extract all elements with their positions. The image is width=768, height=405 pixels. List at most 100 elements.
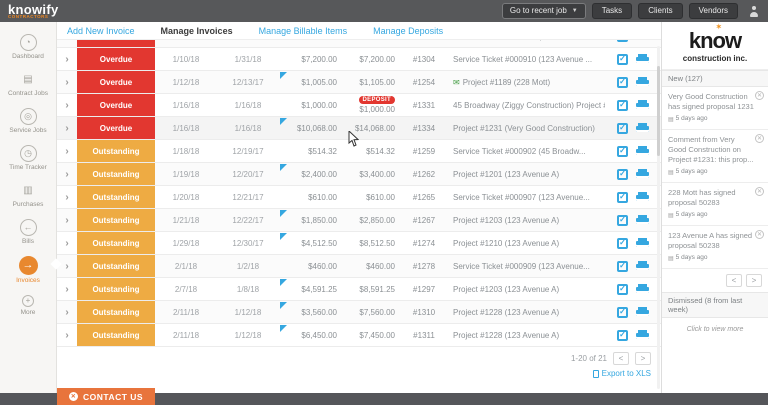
sidebar-item-bills[interactable]: ← Bills: [0, 214, 56, 251]
view-more-link[interactable]: Click to view more: [662, 318, 768, 341]
print-icon[interactable]: [636, 122, 649, 134]
register-payment-icon[interactable]: ✓: [617, 329, 628, 341]
invoice-row[interactable]: › Outstanding 2/11/18 1/12/18 $6,450.00 …: [57, 324, 661, 347]
notification-item[interactable]: ✕ 123 Avenue A has signed proposal 50238…: [662, 226, 768, 270]
print-icon[interactable]: [636, 237, 649, 249]
export-to-xls-link[interactable]: Export to XLS: [592, 369, 651, 378]
sidebar-item-invoices[interactable]: → Invoices: [0, 251, 56, 290]
invoice-row[interactable]: › Outstanding 1/21/18 12/22/17 $1,850.00…: [57, 209, 661, 232]
register-payment-icon[interactable]: ✓: [617, 237, 628, 249]
contact-us-button[interactable]: ✕ CONTACT US: [57, 388, 156, 405]
sidebar-item-dashboard[interactable]: ◔ Dashboard: [0, 29, 56, 66]
expand-row-icon[interactable]: ›: [57, 330, 77, 341]
tab-manage-invoices[interactable]: Manage Invoices: [161, 26, 233, 36]
register-payment-icon[interactable]: ✓: [617, 76, 628, 88]
sidebar-item-time-tracker[interactable]: ◷ Time Tracker: [0, 140, 56, 177]
print-icon[interactable]: [636, 191, 649, 203]
dismiss-notification-icon[interactable]: ✕: [755, 230, 764, 240]
invoice-row[interactable]: › Outstanding 1/18/18 12/19/17 $514.32 D…: [57, 140, 661, 163]
invoiced-date: 1/21/18: [172, 215, 200, 225]
expand-row-icon[interactable]: ›: [57, 192, 77, 203]
due-date: 1/2/18: [236, 261, 260, 271]
register-payment-icon[interactable]: ✓: [617, 168, 628, 180]
print-icon[interactable]: [636, 283, 649, 295]
sidebar-item-purchases[interactable]: ▥ Purchases: [0, 177, 56, 214]
invoice-row[interactable]: › Outstanding 1/29/18 12/30/17 $4,512.50…: [57, 232, 661, 255]
dismiss-notification-icon[interactable]: ✕: [755, 187, 764, 197]
expand-row-icon[interactable]: ›: [57, 169, 77, 180]
due-date: 1/16/18: [234, 123, 262, 133]
notifications-next-button[interactable]: >: [746, 274, 762, 288]
expand-row-icon[interactable]: ›: [57, 238, 77, 249]
invoice-row[interactable]: › Overdue 1/12/18 12/13/17 $1,005.00 DEP…: [57, 71, 661, 94]
due-date: 12/30/17: [232, 238, 264, 248]
total-cell: DEPOSIT $1,105.00: [359, 77, 395, 87]
vertical-scrollbar[interactable]: [657, 46, 660, 389]
pagination-label: 1-20 of 21: [570, 354, 607, 363]
notification-item[interactable]: ✕ 228 Mott has signed proposal 50283 ▤ 5…: [662, 183, 768, 227]
invoice-row[interactable]: › Overdue 1/10/18 1/31/18 $7,200.00 DEPO…: [57, 48, 661, 71]
sidebar-item-more[interactable]: + More: [0, 290, 56, 322]
tab-manage-deposits[interactable]: Manage Deposits: [373, 26, 443, 36]
notification-item[interactable]: ✕ Comment from Very Good Construction on…: [662, 130, 768, 184]
sidebar-item-contract-jobs[interactable]: ▤ Contract Jobs: [0, 66, 56, 103]
invoice-row[interactable]: › Outstanding 1/19/18 12/20/17 $2,400.00…: [57, 163, 661, 186]
notifications-prev-button[interactable]: <: [726, 274, 742, 288]
print-icon[interactable]: [636, 76, 649, 88]
next-page-button[interactable]: >: [635, 352, 651, 365]
note-icon: ▤: [668, 116, 674, 123]
expand-row-icon[interactable]: ›: [57, 77, 77, 88]
xls-file-icon: [592, 369, 599, 378]
invoice-number: #1262: [412, 169, 436, 179]
register-payment-icon[interactable]: ✓: [617, 122, 628, 134]
user-account-icon[interactable]: [748, 5, 760, 17]
sidebar-item-service-jobs[interactable]: ◎ Service Jobs: [0, 103, 56, 140]
print-icon[interactable]: [636, 329, 649, 341]
tasks-button[interactable]: Tasks: [591, 3, 633, 19]
invoice-row[interactable]: › Outstanding 2/11/18 1/12/18 $3,560.00 …: [57, 301, 661, 324]
register-payment-icon[interactable]: ✓: [617, 191, 628, 203]
print-icon[interactable]: [636, 260, 649, 272]
invoice-row[interactable]: › Outstanding 2/1/18 1/2/18 $460.00 DEPO…: [57, 255, 661, 278]
print-icon[interactable]: [636, 306, 649, 318]
left-sidebar: ◔ Dashboard ▤ Contract Jobs ◎ Service Jo…: [0, 22, 57, 393]
expand-row-icon[interactable]: ›: [57, 54, 77, 65]
clients-button[interactable]: Clients: [638, 3, 683, 19]
print-icon[interactable]: [636, 53, 649, 65]
vendors-button[interactable]: Vendors: [688, 3, 738, 19]
register-payment-icon[interactable]: ✓: [617, 53, 628, 65]
dismiss-notification-icon[interactable]: ✕: [755, 91, 764, 100]
invoice-row[interactable]: › Outstanding 1/20/18 12/21/17 $610.00 D…: [57, 186, 661, 209]
invoice-row[interactable]: › Overdue 1/16/18 1/16/18 $1,000.00 DEPO…: [57, 94, 661, 117]
expand-row-icon[interactable]: ›: [57, 307, 77, 318]
expand-row-icon[interactable]: ›: [57, 123, 77, 134]
invoice-row[interactable]: › Outstanding 2/7/18 1/8/18 $4,591.25 DE…: [57, 278, 661, 301]
status-badge: Outstanding: [77, 163, 155, 185]
register-payment-icon[interactable]: ✓: [617, 306, 628, 318]
print-icon[interactable]: [636, 214, 649, 226]
dismiss-notification-icon[interactable]: ✕: [755, 134, 764, 144]
scrollbar-thumb[interactable]: [657, 66, 660, 156]
go-to-recent-job-dropdown[interactable]: Go to recent job ▼: [501, 3, 586, 19]
expand-row-icon[interactable]: ›: [57, 100, 77, 111]
print-icon[interactable]: [636, 99, 649, 111]
notifications-panel: know construction inc. New (127) ✕ Very …: [661, 22, 768, 393]
tab-add-new-invoice[interactable]: Add New Invoice: [67, 26, 135, 36]
register-payment-icon[interactable]: ✓: [617, 283, 628, 295]
expand-row-icon[interactable]: ›: [57, 284, 77, 295]
expand-row-icon[interactable]: ›: [57, 146, 77, 157]
expand-row-icon[interactable]: ›: [57, 215, 77, 226]
register-payment-icon[interactable]: ✓: [617, 260, 628, 272]
print-icon[interactable]: [636, 168, 649, 180]
total-cell: DEPOSIT $460.00: [366, 261, 395, 271]
register-payment-icon[interactable]: ✓: [617, 214, 628, 226]
notification-item[interactable]: ✕ Very Good Construction has signed prop…: [662, 87, 768, 131]
knowify-logo[interactable]: knowify CONTRACTORS: [8, 3, 59, 20]
register-payment-icon[interactable]: ✓: [617, 99, 628, 111]
amount-cell: $610.00: [308, 192, 337, 202]
register-payment-icon[interactable]: ✓: [617, 145, 628, 157]
tab-manage-billable-items[interactable]: Manage Billable Items: [259, 26, 348, 36]
invoice-row[interactable]: › Overdue 1/16/18 1/16/18 $10,068.00 DEP…: [57, 117, 661, 140]
print-icon[interactable]: [636, 145, 649, 157]
prev-page-button[interactable]: <: [613, 352, 629, 365]
